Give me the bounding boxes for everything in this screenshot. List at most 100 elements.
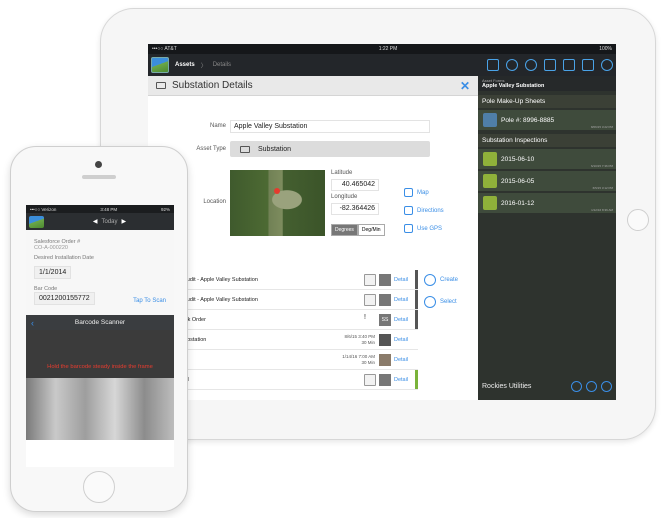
details-form: Name Apple Valley Substation Asset Type …: [148, 96, 478, 256]
ipad-screen: •••○○ AT&T 1:22 PM 100% Assets 〉 Details: [148, 44, 616, 400]
footer-icons: [571, 381, 612, 392]
ipad-status-bar: •••○○ AT&T 1:22 PM 100%: [148, 44, 616, 54]
list-item[interactable]: tion Audit - Apple Valley Substation Det…: [148, 290, 418, 310]
ipad-navbar: Assets 〉 Details: [148, 54, 616, 76]
order-form: Salesforce Order # CO-A-000220 Desired I…: [26, 230, 174, 315]
scanner-message: Hold the barcode steady inside the frame: [47, 364, 153, 370]
scanner-title: Barcode Scanner: [74, 319, 126, 326]
map-button[interactable]: Map: [404, 188, 429, 197]
list-item[interactable]: KMAN Detail: [148, 370, 418, 390]
inspection-icon: [483, 174, 497, 188]
list-item-title: ir Work Order: [173, 316, 206, 323]
plus-icon: [424, 274, 436, 286]
row-status-bar: [415, 290, 418, 309]
degmin-option[interactable]: Deg/Min: [357, 224, 385, 236]
latitude-field[interactable]: 40.465042: [331, 179, 379, 191]
salesforce-value: CO-A-000220: [34, 245, 68, 251]
row-status-bar: [415, 370, 418, 389]
list-item-title: tion Audit - Apple Valley Substation: [173, 276, 258, 283]
install-date-label: Desired Installation Date: [34, 255, 94, 261]
detail-link[interactable]: Detail: [394, 357, 418, 363]
close-icon[interactable]: ✕: [460, 79, 470, 93]
inspection-stamp: 1/12/16 8:36 AM: [591, 208, 613, 212]
pole-item-timestamp: 8/06/15 3:22 PM: [590, 125, 613, 129]
detail-link[interactable]: Detail: [394, 337, 418, 343]
list-item[interactable]: ir Work Order ! SS Detail: [148, 310, 418, 330]
breadcrumb-assets[interactable]: Assets: [175, 62, 195, 68]
location-icon[interactable]: [506, 59, 518, 71]
app-logo[interactable]: [151, 57, 169, 73]
longitude-label: Longitude: [331, 194, 358, 200]
substation-type-icon: [240, 145, 250, 153]
map-icon: [404, 188, 413, 197]
iphone-screen: •••○○ Verizon 3:48 PM 92% ◀ Today ▶ Sale…: [26, 205, 174, 467]
gps-button[interactable]: Use GPS: [404, 224, 442, 233]
scanner-header: ‹ Barcode Scanner: [26, 315, 174, 330]
gear-icon[interactable]: [601, 59, 613, 71]
page-title: Substation Details: [172, 80, 253, 91]
longitude-field[interactable]: -82.364426: [331, 203, 379, 215]
phone-time: 3:48 PM: [100, 206, 118, 212]
gps-button-label: Use GPS: [417, 225, 443, 232]
inspection-item[interactable]: 2015-06-10 6/10/15 7:36 PM: [478, 149, 616, 169]
location-map[interactable]: [230, 170, 325, 236]
name-field[interactable]: Apple Valley Substation: [230, 120, 430, 133]
details-header: Substation Details ✕: [148, 76, 478, 96]
list-item-title: ey Substation: [173, 336, 207, 343]
asset-forms-header: Asset Forms Apple Valley Substation: [478, 76, 616, 91]
inspection-stamp: 6/10/15 7:36 PM: [590, 164, 613, 168]
gps-icon: [404, 224, 413, 233]
app-logo[interactable]: [29, 215, 44, 228]
pole-item[interactable]: Pole #: 8996-8885 8/06/15 3:22 PM: [478, 110, 616, 130]
form-icon: [364, 273, 376, 286]
scanner-viewfinder[interactable]: Hold the barcode steady inside the frame: [26, 330, 174, 440]
list-item[interactable]: tion Audit - Apple Valley Substation Det…: [148, 270, 418, 290]
bell-icon[interactable]: [586, 381, 597, 392]
calendar-icon[interactable]: [563, 59, 575, 71]
inspection-item[interactable]: 2016-01-12 1/12/16 8:36 AM: [478, 193, 616, 213]
sync-icon[interactable]: [601, 381, 612, 392]
info-icon[interactable]: [571, 381, 582, 392]
users-icon[interactable]: [525, 59, 537, 71]
pole-item-label: Pole #: 8996-8885: [501, 116, 555, 124]
priority-icon: !: [364, 313, 366, 321]
asset-type-select[interactable]: Substation: [230, 141, 430, 157]
details-panel: Substation Details ✕ Name Apple Valley S…: [148, 76, 478, 400]
group-pole-makeup[interactable]: Pole Make-Up Sheets: [478, 95, 616, 108]
barcode-field[interactable]: 0021200155772: [34, 292, 95, 305]
list-item[interactable]: 1/14/16 7:00 AM 30 Min Detail: [148, 350, 418, 370]
list-item[interactable]: ey Substation 8/6/15 3:40 PM 30 Min Deta…: [148, 330, 418, 350]
next-day-button[interactable]: ▶: [122, 218, 127, 225]
inspection-icon: [483, 152, 497, 166]
coordinate-format-toggle[interactable]: Degrees Deg/Min: [331, 224, 385, 236]
ipad-home-button[interactable]: [627, 209, 649, 231]
avatar: [379, 373, 391, 386]
select-button[interactable]: Select: [424, 296, 458, 308]
form-icon: [364, 293, 376, 306]
nav-icon-group: [487, 59, 613, 71]
create-label: Create: [440, 277, 459, 283]
iphone-home-button[interactable]: [83, 471, 115, 503]
status-carrier: •••○○ AT&T: [152, 46, 177, 52]
sync-icon[interactable]: [582, 59, 594, 71]
list-icon[interactable]: [487, 59, 499, 71]
inspection-item[interactable]: 2015-06-05 6/5/15 3:12 PM: [478, 171, 616, 191]
phone-carrier: •••○○ Verizon: [30, 206, 57, 212]
row-status-bar: [415, 310, 418, 329]
directions-icon: [404, 206, 413, 215]
degrees-option[interactable]: Degrees: [331, 224, 358, 236]
related-list: tion Audit - Apple Valley Substation Det…: [148, 270, 418, 390]
directions-button[interactable]: Directions: [404, 206, 444, 215]
back-chevron-icon[interactable]: ‹: [31, 318, 34, 328]
inspection-date: 2016-01-12: [501, 199, 535, 207]
building-icon[interactable]: [544, 59, 556, 71]
directions-button-label: Directions: [417, 207, 444, 214]
install-date-field[interactable]: 1/1/2014: [34, 266, 72, 279]
prev-day-button[interactable]: ◀: [93, 218, 98, 225]
group-substation-inspections[interactable]: Substation Inspections: [478, 134, 616, 147]
avatar: [379, 293, 391, 306]
create-button[interactable]: Create: [424, 274, 458, 286]
stage: •••○○ AT&T 1:22 PM 100% Assets 〉 Details: [0, 0, 668, 518]
today-label[interactable]: Today: [102, 219, 118, 225]
tap-to-scan-button[interactable]: Tap To Scan: [133, 298, 166, 304]
